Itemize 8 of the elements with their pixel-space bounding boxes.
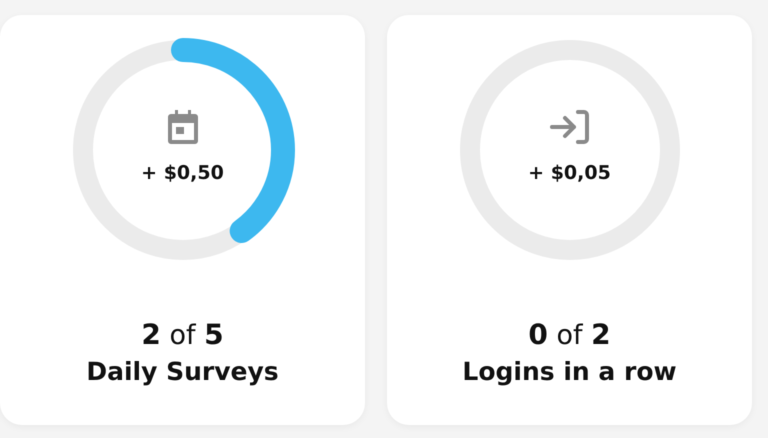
login-icon (550, 110, 590, 144)
progress-count: 2 of 5 (141, 318, 224, 351)
reward-amount: + $0,50 (141, 162, 224, 184)
reward-amount: + $0,05 (528, 162, 611, 184)
progress-count: 0 of 2 (528, 318, 611, 351)
task-title: Logins in a row (462, 357, 677, 386)
calendar-icon (166, 110, 198, 144)
task-title: Daily Surveys (86, 357, 279, 386)
